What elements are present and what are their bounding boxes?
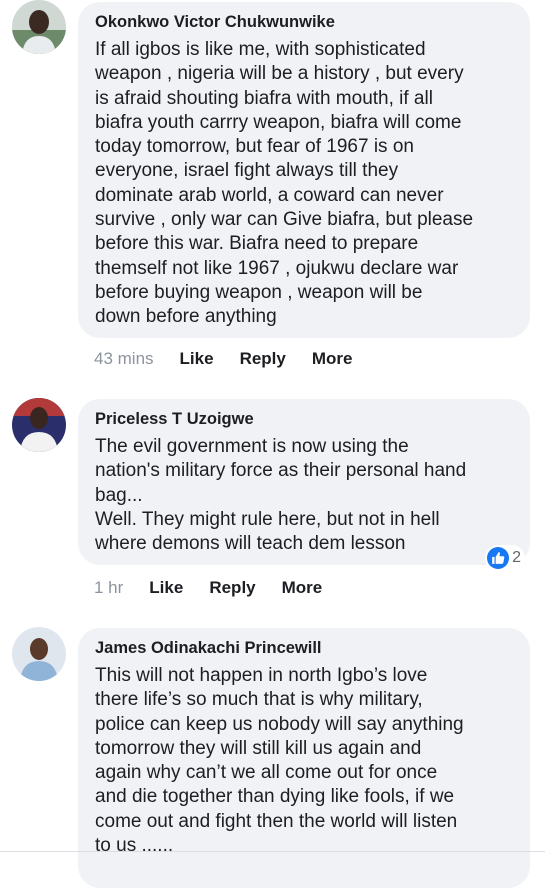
comment-author[interactable]: Okonkwo Victor Chukwunwike <box>95 12 514 32</box>
reply-button[interactable]: Reply <box>240 349 286 369</box>
more-button[interactable]: More <box>282 578 323 598</box>
reaction-count: 2 <box>512 549 521 566</box>
comment-timestamp[interactable]: 43 mins <box>94 349 154 369</box>
divider <box>0 851 545 852</box>
comment-timestamp[interactable]: 1 hr <box>94 578 123 598</box>
avatar[interactable] <box>12 0 66 54</box>
thumbs-up-icon <box>487 547 510 569</box>
comment-bubble: James Odinakachi Princewill This will no… <box>78 628 530 888</box>
reply-button[interactable]: Reply <box>209 578 255 598</box>
like-button[interactable]: Like <box>149 578 183 598</box>
comment-text: The evil government is now using the nat… <box>95 436 467 555</box>
comment-author[interactable]: James Odinakachi Princewill <box>95 638 514 658</box>
like-button[interactable]: Like <box>180 349 214 369</box>
comment-actions: 1 hr Like Reply More <box>94 578 348 598</box>
comment-bubble: Priceless T Uzoigwe The evil government … <box>78 399 530 565</box>
avatar[interactable] <box>12 627 66 681</box>
reaction-summary[interactable]: 2 <box>485 545 525 571</box>
comment-text: This will not happen in north Igbo’s lov… <box>95 665 464 857</box>
avatar[interactable] <box>12 398 66 452</box>
more-button[interactable]: More <box>312 349 353 369</box>
comment-text: If all igbos is like me, with sophistica… <box>95 39 474 328</box>
comment-actions: 43 mins Like Reply More <box>94 349 378 369</box>
comment-bubble: Okonkwo Victor Chukwunwike If all igbos … <box>78 2 530 338</box>
comment-author[interactable]: Priceless T Uzoigwe <box>95 409 514 429</box>
